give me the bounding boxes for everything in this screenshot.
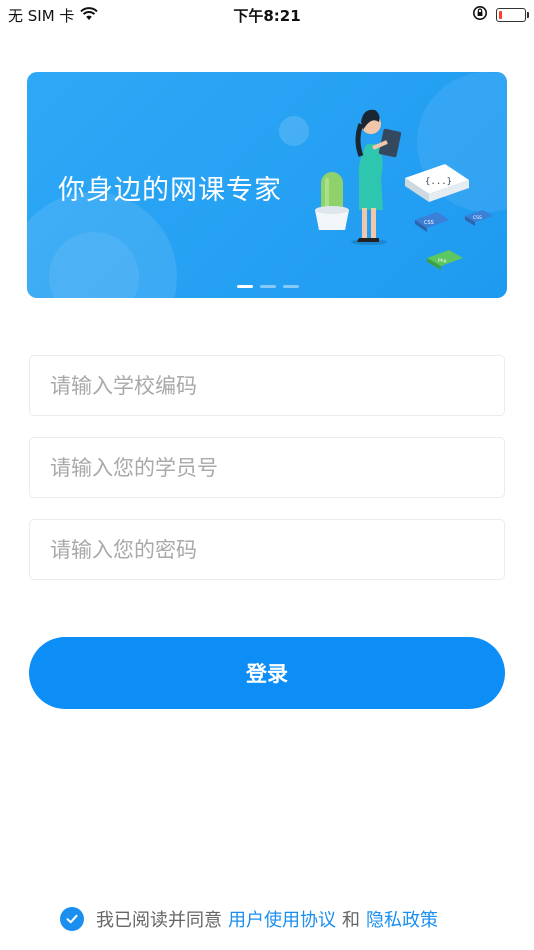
banner-carousel[interactable]: 你身边的网课专家 {...} CSS CSS Php — [27, 72, 507, 298]
school-code-field — [29, 355, 505, 416]
status-right — [472, 5, 529, 25]
agreement-and: 和 — [342, 910, 360, 931]
agreement-checkbox[interactable] — [60, 907, 84, 931]
carousel-indicator — [237, 285, 299, 288]
carousel-dot-1[interactable] — [237, 285, 253, 288]
carousel-dot-2[interactable] — [260, 285, 276, 288]
banner-title: 你身边的网课专家 — [58, 175, 282, 206]
password-input[interactable] — [30, 520, 504, 579]
terms-link[interactable]: 用户使用协议 — [228, 906, 336, 932]
student-id-input[interactable] — [30, 438, 504, 497]
orientation-lock-icon — [472, 5, 488, 25]
battery-icon — [496, 8, 529, 22]
battery-level — [498, 10, 502, 19]
checkmark-icon — [66, 914, 78, 924]
carousel-dot-3[interactable] — [283, 285, 299, 288]
banner-illustration: {...} CSS CSS Php — [315, 109, 493, 270]
agreement-row: 我已阅读并同意 用户使用协议 和 隐私政策 — [60, 906, 438, 932]
php-block: Php — [427, 250, 463, 270]
svg-text:CSS: CSS — [424, 220, 434, 226]
svg-text:Php: Php — [438, 258, 447, 264]
code-block: {...} — [405, 164, 469, 202]
css-block-1: CSS — [415, 212, 449, 232]
login-button[interactable]: 登录 — [29, 637, 505, 709]
svg-text:{...}: {...} — [425, 177, 452, 187]
student-id-field — [29, 437, 505, 498]
css-block-2: CSS — [465, 210, 493, 226]
school-code-input[interactable] — [30, 356, 504, 415]
status-bar: 无 SIM 卡 下午8:21 — [0, 0, 534, 28]
person-figure — [351, 109, 402, 245]
status-time: 下午8:21 — [233, 7, 301, 25]
agreement-prefix: 我已阅读并同意 — [96, 910, 222, 931]
cactus-icon — [315, 172, 349, 230]
svg-text:CSS: CSS — [473, 215, 482, 221]
password-field — [29, 519, 505, 580]
banner-decor-dot — [279, 116, 309, 146]
privacy-link[interactable]: 隐私政策 — [366, 906, 438, 932]
